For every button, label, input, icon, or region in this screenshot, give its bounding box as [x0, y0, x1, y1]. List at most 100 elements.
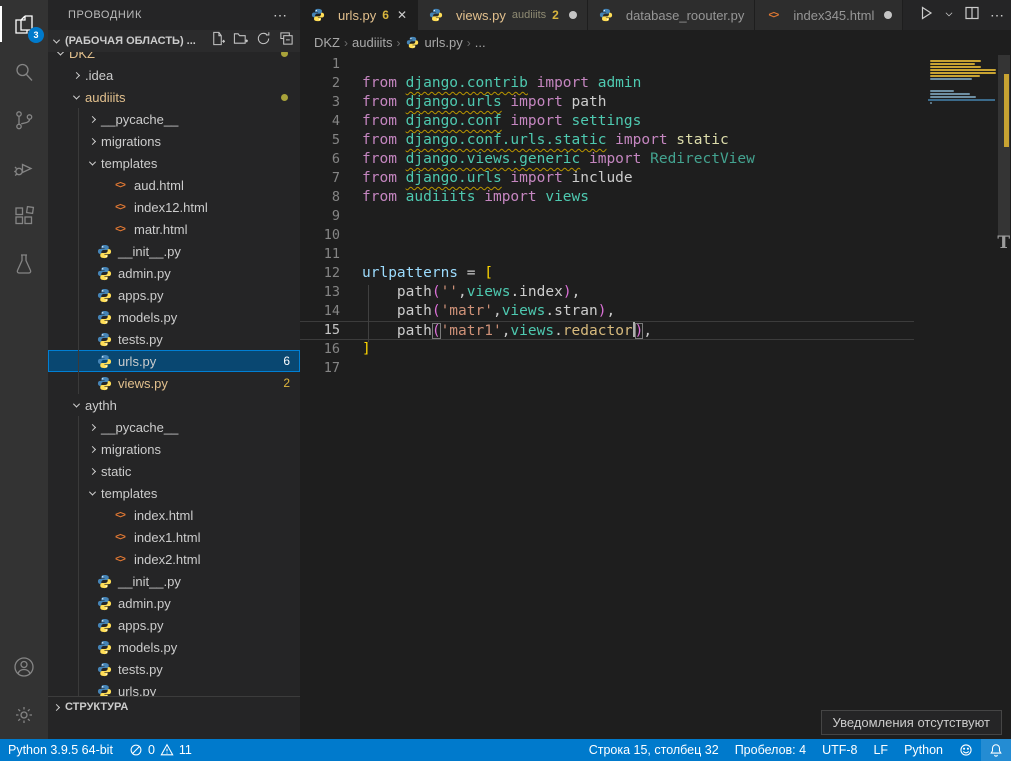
- breadcrumb-item-urls.py[interactable]: urls.py: [404, 35, 462, 50]
- line-number[interactable]: 17: [300, 359, 362, 378]
- line-number[interactable]: 4: [300, 112, 362, 131]
- more-icon[interactable]: ⋯: [990, 7, 1005, 24]
- split-editor-icon[interactable]: [964, 5, 980, 26]
- tree-item-index2.html[interactable]: <>index2.html: [48, 548, 300, 570]
- python-interpreter-item[interactable]: Python 3.9.5 64-bit: [0, 739, 121, 761]
- minimap[interactable]: [928, 55, 997, 175]
- code-line-11[interactable]: 11: [300, 245, 914, 264]
- eol-item[interactable]: LF: [865, 739, 896, 761]
- collapse-all-icon[interactable]: [279, 31, 294, 51]
- tree-item-index.html[interactable]: <>index.html: [48, 504, 300, 526]
- code-line-13[interactable]: 13 path('',views.index),: [300, 283, 914, 302]
- refresh-icon[interactable]: [256, 31, 271, 51]
- tab-database_roouter.py[interactable]: database_roouter.py: [588, 0, 756, 30]
- code-line-8[interactable]: 8from audiiits import views: [300, 188, 914, 207]
- new-folder-icon[interactable]: [233, 31, 248, 51]
- line-number[interactable]: 13: [300, 283, 362, 302]
- code-line-1[interactable]: 1: [300, 55, 914, 74]
- line-number[interactable]: 8: [300, 188, 362, 207]
- account-icon[interactable]: [0, 643, 48, 691]
- tree-item-tests.py[interactable]: tests.py: [48, 328, 300, 350]
- code-line-2[interactable]: 2from django.contrib import admin: [300, 74, 914, 93]
- sidebar-more-icon[interactable]: ⋯: [273, 7, 288, 24]
- line-number[interactable]: 14: [300, 302, 362, 321]
- tree-item-__init__.py[interactable]: __init__.py: [48, 240, 300, 262]
- tree-item-index1.html[interactable]: <>index1.html: [48, 526, 300, 548]
- settings-icon[interactable]: [0, 691, 48, 739]
- tree-item-models.py[interactable]: models.py: [48, 636, 300, 658]
- tree-item-__pycache__[interactable]: __pycache__: [48, 108, 300, 130]
- tree-item-static[interactable]: static: [48, 460, 300, 482]
- run-dropdown-icon[interactable]: [944, 6, 954, 24]
- tab-views.py[interactable]: views.pyaudiiits2: [418, 0, 588, 30]
- tree-item-migrations[interactable]: migrations: [48, 438, 300, 460]
- testing-icon[interactable]: [0, 240, 48, 288]
- tree-item-aythh[interactable]: aythh: [48, 394, 300, 416]
- notifications-bell-item[interactable]: [981, 739, 1011, 761]
- line-number[interactable]: 7: [300, 169, 362, 188]
- problems-item[interactable]: 0 11: [121, 739, 200, 761]
- line-number[interactable]: 11: [300, 245, 362, 264]
- code-line-15[interactable]: 15 path('matr1',views.redactor),: [300, 321, 914, 340]
- tree-item-DKZ[interactable]: DKZ: [48, 52, 300, 64]
- new-file-icon[interactable]: [210, 31, 225, 51]
- cursor-position-item[interactable]: Строка 15, столбец 32: [581, 739, 727, 761]
- tree-item-__pycache__[interactable]: __pycache__: [48, 416, 300, 438]
- tree-item-templates[interactable]: templates: [48, 482, 300, 504]
- outline-section-header[interactable]: СТРУКТУРА: [48, 696, 300, 717]
- run-icon[interactable]: [918, 5, 934, 26]
- code-editor[interactable]: 12from django.contrib import admin3from …: [300, 55, 1011, 739]
- breadcrumb-item-audiiits[interactable]: audiiits: [352, 35, 392, 50]
- close-icon[interactable]: ✕: [397, 8, 407, 22]
- explorer-icon[interactable]: 3: [0, 0, 48, 48]
- breadcrumb-item-DKZ[interactable]: DKZ: [314, 35, 340, 50]
- line-number[interactable]: 10: [300, 226, 362, 245]
- code-line-17[interactable]: 17: [300, 359, 914, 378]
- breadcrumb-item-...[interactable]: ...: [475, 35, 486, 50]
- tree-item-views.py[interactable]: views.py2: [48, 372, 300, 394]
- line-number[interactable]: 12: [300, 264, 362, 283]
- tree-item-apps.py[interactable]: apps.py: [48, 284, 300, 306]
- tree-item-models.py[interactable]: models.py: [48, 306, 300, 328]
- code-line-6[interactable]: 6from django.views.generic import Redire…: [300, 150, 914, 169]
- tree-item-admin.py[interactable]: admin.py: [48, 262, 300, 284]
- code-line-14[interactable]: 14 path('matr',views.stran),: [300, 302, 914, 321]
- tree-item-urls.py[interactable]: urls.py6: [48, 350, 300, 372]
- code-line-7[interactable]: 7from django.urls import include: [300, 169, 914, 188]
- indentation-item[interactable]: Пробелов: 4: [727, 739, 814, 761]
- tree-item-admin.py[interactable]: admin.py: [48, 592, 300, 614]
- code-line-9[interactable]: 9: [300, 207, 914, 226]
- extensions-icon[interactable]: [0, 192, 48, 240]
- line-number[interactable]: 9: [300, 207, 362, 226]
- code-line-10[interactable]: 10: [300, 226, 914, 245]
- code-line-12[interactable]: 12urlpatterns = [: [300, 264, 914, 283]
- line-number[interactable]: 6: [300, 150, 362, 169]
- tab-index345.html[interactable]: <>index345.html: [755, 0, 903, 30]
- file-tree[interactable]: DKZ.ideaaudiiits__pycache__migrationstem…: [48, 52, 300, 696]
- feedback-item[interactable]: [951, 739, 981, 761]
- tree-item-tests.py[interactable]: tests.py: [48, 658, 300, 680]
- tree-item-matr.html[interactable]: <>matr.html: [48, 218, 300, 240]
- code-line-4[interactable]: 4from django.conf import settings: [300, 112, 914, 131]
- tree-item-migrations[interactable]: migrations: [48, 130, 300, 152]
- tree-item-aud.html[interactable]: <>aud.html: [48, 174, 300, 196]
- tree-item-index12.html[interactable]: <>index12.html: [48, 196, 300, 218]
- code-line-3[interactable]: 3from django.urls import path: [300, 93, 914, 112]
- tree-item-__init__.py[interactable]: __init__.py: [48, 570, 300, 592]
- editor-scrollbar[interactable]: [997, 43, 1011, 739]
- tree-item-templates[interactable]: templates: [48, 152, 300, 174]
- line-number[interactable]: 3: [300, 93, 362, 112]
- tab-urls.py[interactable]: urls.py6✕: [300, 0, 418, 30]
- search-icon[interactable]: [0, 48, 48, 96]
- line-number[interactable]: 5: [300, 131, 362, 150]
- code-line-5[interactable]: 5from django.conf.urls.static import sta…: [300, 131, 914, 150]
- tree-item-urls.py[interactable]: urls.py: [48, 680, 300, 696]
- language-mode-item[interactable]: Python: [896, 739, 951, 761]
- line-number[interactable]: 2: [300, 74, 362, 93]
- run-debug-icon[interactable]: [0, 144, 48, 192]
- code-line-16[interactable]: 16]: [300, 340, 914, 359]
- line-number[interactable]: 15: [300, 322, 362, 339]
- source-control-icon[interactable]: [0, 96, 48, 144]
- encoding-item[interactable]: UTF-8: [814, 739, 865, 761]
- line-number[interactable]: 16: [300, 340, 362, 359]
